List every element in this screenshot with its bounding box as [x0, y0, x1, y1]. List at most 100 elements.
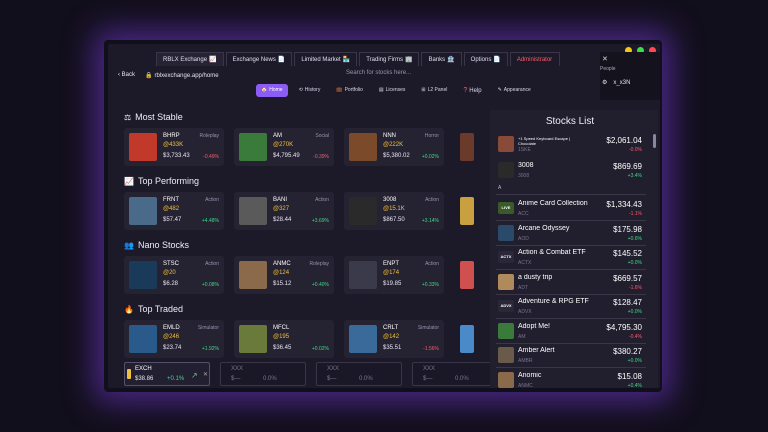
stock-thumbnail — [498, 224, 514, 241]
nav-l2-panel[interactable]: ⊞ L2 Panel — [416, 84, 452, 97]
stock-card[interactable]: AM Social @270K $4,795.49 -0.39% — [234, 128, 334, 166]
ticker-slot[interactable]: EXCH $38.86 +0.1% ↗ ✕ — [124, 362, 210, 386]
people-user[interactable]: ⚙ x_x3N — [602, 79, 630, 87]
stock-change: +0.02% — [421, 154, 439, 160]
stock-change: +0.40% — [311, 282, 329, 288]
stock-list-item[interactable]: ADVX Adventure & RPG ETF ADVX $128.47 +0.0% — [496, 296, 650, 318]
stock-change: +0.33% — [421, 282, 439, 288]
stock-name: Anime Card Collection — [518, 200, 588, 207]
game-thumbnail — [129, 261, 157, 289]
stock-card[interactable]: ENPT Action @174 $19.85 +0.33% — [344, 256, 444, 294]
tab-limited-market[interactable]: Limited Market 🏪 — [294, 52, 358, 66]
section-label: Nano Stocks — [137, 240, 189, 250]
stock-card[interactable]: BHRP Roleplay @433K $3,733.43 -0.49% — [124, 128, 224, 166]
tab-rblx-exchange[interactable]: RBLX Exchange 📈 — [156, 52, 224, 66]
tab-icon: 🏪 — [342, 57, 351, 63]
tab-icon: 🏢 — [405, 57, 413, 63]
stock-change: +3.14% — [421, 218, 439, 224]
stock-card-partial[interactable] — [460, 197, 474, 225]
help-icon: ? — [463, 87, 468, 94]
nav-help[interactable]: ? Help — [458, 84, 486, 97]
stock-name: a dusty trip — [518, 273, 553, 281]
ticker-slot[interactable]: XXX $— 0.0% — [220, 362, 306, 386]
section-icon: 👥 — [124, 240, 134, 250]
stock-card-partial[interactable] — [460, 325, 474, 353]
stock-ticker: ADT — [518, 284, 528, 291]
nav-appearance[interactable]: ✎ Appearance — [493, 84, 536, 97]
stock-thumbnail — [498, 136, 514, 152]
stock-card[interactable]: BANI Action @327 $28.44 +3.69% — [234, 192, 334, 230]
stock-ticker: AM — [518, 333, 526, 340]
section-label: Most Stable — [135, 112, 183, 122]
divider — [496, 293, 646, 295]
ticker-color-marker — [127, 369, 131, 379]
stock-price: $6.28 — [163, 281, 179, 287]
close-icon[interactable]: ✕ — [602, 55, 608, 63]
close-icon[interactable]: ✕ — [203, 371, 208, 378]
stock-name: Anomic — [518, 371, 542, 379]
l2-panel-icon: ⊞ — [421, 87, 426, 93]
tab-label: Limited Market — [301, 57, 341, 63]
game-thumbnail — [349, 133, 377, 161]
stock-list-item[interactable]: Amber Alert AMBR $380.27 +0.0% — [496, 345, 650, 367]
back-button[interactable]: ‹ Back — [118, 72, 135, 78]
stock-card[interactable]: FRNT Action @482 $57.47 +4.48% — [124, 192, 224, 230]
stock-name: Adopt Me! — [518, 322, 550, 330]
stock-genre: Roleplay — [309, 261, 329, 267]
divider — [496, 318, 646, 319]
section-label: Top Performing — [137, 176, 199, 186]
tab-exchange-news[interactable]: Exchange News 📄 — [225, 52, 293, 66]
stock-card-partial[interactable] — [460, 261, 474, 289]
nav-licenses[interactable]: ▤ Licenses — [374, 84, 410, 97]
home-icon: 🏠 — [261, 87, 268, 93]
stock-card[interactable]: 3008 Action @15.1K $867.50 +3.14% — [344, 192, 444, 230]
stock-list-item[interactable]: Arcane Odyssey AOD $175.98 +0.6% — [496, 223, 650, 245]
tab-icon: 🏦 — [447, 57, 455, 63]
app-window: RBLX Exchange 📈 Exchange News 📄 Limited Mark… — [108, 44, 660, 388]
stock-volume: @124 — [273, 270, 290, 276]
stock-name: Amber Alert — [518, 347, 555, 354]
stock-list-item[interactable]: 3008 3008 $869.69 +3.4% — [496, 160, 650, 182]
stock-price: $5,380.02 — [383, 153, 410, 159]
ticker-slot[interactable]: XXX $— 0.0% — [412, 362, 498, 386]
stock-card-partial[interactable] — [460, 133, 474, 161]
stock-volume: @222K — [383, 142, 404, 148]
tab-administrator[interactable]: Administrator — [509, 52, 560, 66]
ticker-slot[interactable]: XXX $— 0.0% — [316, 362, 402, 386]
nav-home[interactable]: 🏠 Home — [256, 84, 288, 97]
stock-volume: @327 — [273, 206, 290, 212]
game-thumbnail — [239, 197, 267, 225]
section-icon: ⚖ — [124, 112, 132, 122]
stock-card[interactable]: NNN Horror @222K $5,380.02 +0.02% — [344, 128, 444, 166]
history-icon: ⟲ — [298, 87, 303, 93]
stock-price: $36.45 — [273, 345, 292, 351]
stock-price: $35.51 — [383, 345, 402, 351]
stock-name: Adventure & RPG ETF — [518, 298, 589, 305]
stock-price: $2,061.04 — [606, 136, 642, 145]
stock-ticker: AM — [273, 133, 282, 139]
stock-list-item[interactable]: LIVE Anime Card Collection ACC $1,334.43 -1.… — [496, 198, 650, 220]
stock-list-item[interactable]: +1 Speed Keyboard Escape | Chocolate 1SKE… — [496, 134, 650, 156]
stock-ticker: ANMC — [273, 261, 291, 267]
search-input[interactable]: Search for stocks here... — [346, 70, 411, 76]
tab-trading-firms[interactable]: Trading Firms 🏢 — [359, 52, 420, 66]
stock-card[interactable]: STSC Action @20 $6.28 +0.08% — [124, 256, 224, 294]
stocks-scrollbar[interactable] — [653, 134, 656, 148]
nav-portfolio[interactable]: 💼 Portfolio — [331, 84, 368, 97]
stock-card[interactable]: ANMC Roleplay @124 $15.12 +0.40% — [234, 256, 334, 294]
stock-change: +4.48% — [201, 218, 219, 224]
ticker-price: $— — [423, 376, 433, 382]
tab-options[interactable]: Options 📄 — [463, 52, 508, 66]
stock-list-item[interactable]: ACTX Action & Combat ETF ACTX $145.52 +0.0% — [496, 247, 650, 269]
stock-list-item[interactable]: Adopt Me! AM $4,795.30 -0.4% — [496, 321, 650, 343]
stock-card[interactable]: MFCL @195 $36.45 +0.02% — [234, 320, 334, 358]
stock-card[interactable]: EMLD Simulator @246 $23.74 +1.92% — [124, 320, 224, 358]
stock-change: +3.69% — [311, 218, 329, 224]
stock-list-item[interactable]: Anomic ANMC $15.08 +0.4% — [496, 370, 650, 388]
ticker-name: XXX — [327, 366, 340, 372]
gear-icon[interactable]: ⚙ — [602, 79, 607, 86]
nav-history[interactable]: ⟲ History — [294, 84, 326, 97]
stock-card[interactable]: CRLT Simulator @142 $35.51 -1.56% — [344, 320, 444, 358]
tab-banks[interactable]: Banks 🏦 — [421, 52, 462, 66]
stock-list-item[interactable]: a dusty trip ADT $669.57 -1.6% — [496, 272, 650, 294]
